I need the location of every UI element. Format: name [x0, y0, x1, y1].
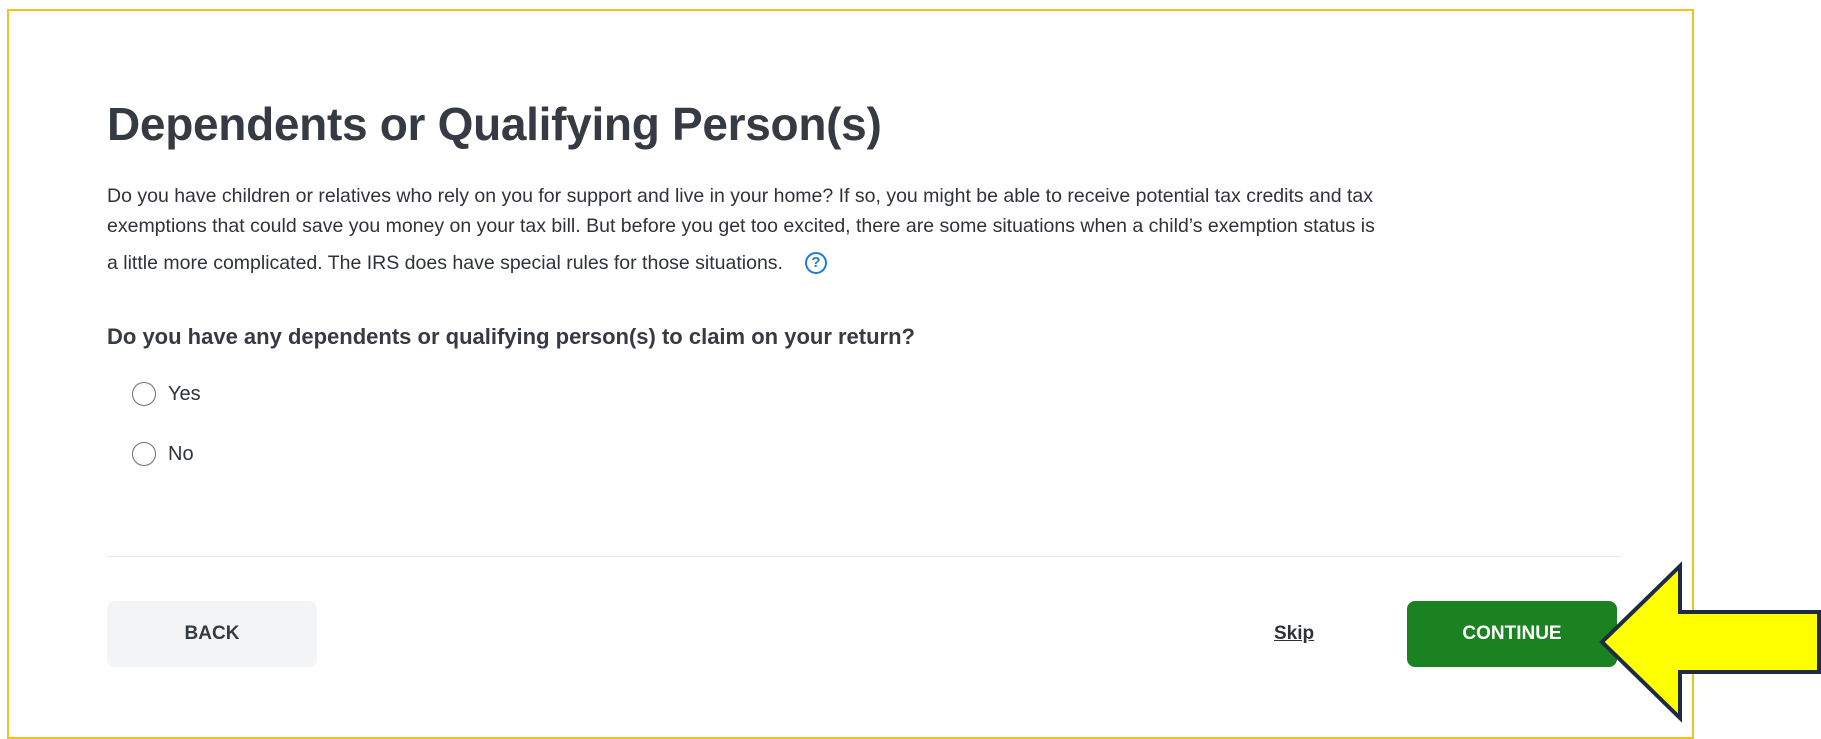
question-circle-icon[interactable]: ? [804, 252, 827, 274]
description-line: a little more complicated. The IRS does … [107, 252, 783, 274]
back-button[interactable]: BACK [107, 601, 317, 667]
continue-button[interactable]: CONTINUE [1407, 601, 1617, 667]
page-title: Dependents or Qualifying Person(s) [107, 98, 882, 150]
radio-option-no[interactable]: No [132, 442, 194, 466]
radio-option-yes[interactable]: Yes [132, 382, 201, 406]
arrow-left-icon [1599, 561, 1821, 723]
page-frame: Dependents or Qualifying Person(s) Do yo… [7, 9, 1694, 739]
radio-label-yes: Yes [168, 382, 201, 405]
description-line-last: a little more complicated. The IRS does … [107, 248, 1627, 278]
page-description: Do you have children or relatives who re… [107, 181, 1627, 278]
description-line: Do you have children or relatives who re… [107, 185, 1374, 207]
radio-label-no: No [168, 442, 194, 465]
description-line: exemptions that could save you money on … [107, 215, 1375, 237]
question-label: Do you have any dependents or qualifying… [107, 324, 915, 349]
divider [107, 556, 1621, 557]
skip-link[interactable]: Skip [1274, 623, 1314, 645]
radio-button-yes[interactable] [132, 382, 156, 406]
arrow-shape [1599, 561, 1821, 723]
radio-button-no[interactable] [132, 442, 156, 466]
